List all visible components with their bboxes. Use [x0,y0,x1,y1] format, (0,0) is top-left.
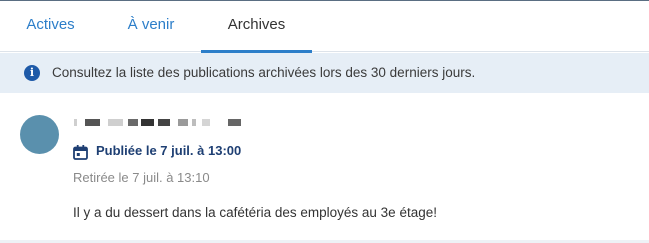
tab-bar: Actives À venir Archives [0,1,649,53]
tab-actives[interactable]: Actives [0,1,101,52]
tab-a-venir[interactable]: À venir [101,1,201,52]
tab-archives[interactable]: Archives [201,1,312,53]
published-date: Publiée le 7 juil. à 13:00 [96,143,242,158]
info-icon: i [24,65,40,81]
author-name-redacted [74,119,244,129]
calendar-icon [73,145,88,160]
publication-message: Il y a du dessert dans la cafétéria des … [73,205,437,220]
info-banner-text: Consultez la liste des publications arch… [52,65,476,80]
publication-item[interactable]: Publiée le 7 juil. à 13:00 Retirée le 7 … [0,94,649,240]
retired-date: Retirée le 7 juil. à 13:10 [73,170,210,185]
info-banner: i Consultez la liste des publications ar… [0,53,649,93]
avatar [20,115,59,154]
